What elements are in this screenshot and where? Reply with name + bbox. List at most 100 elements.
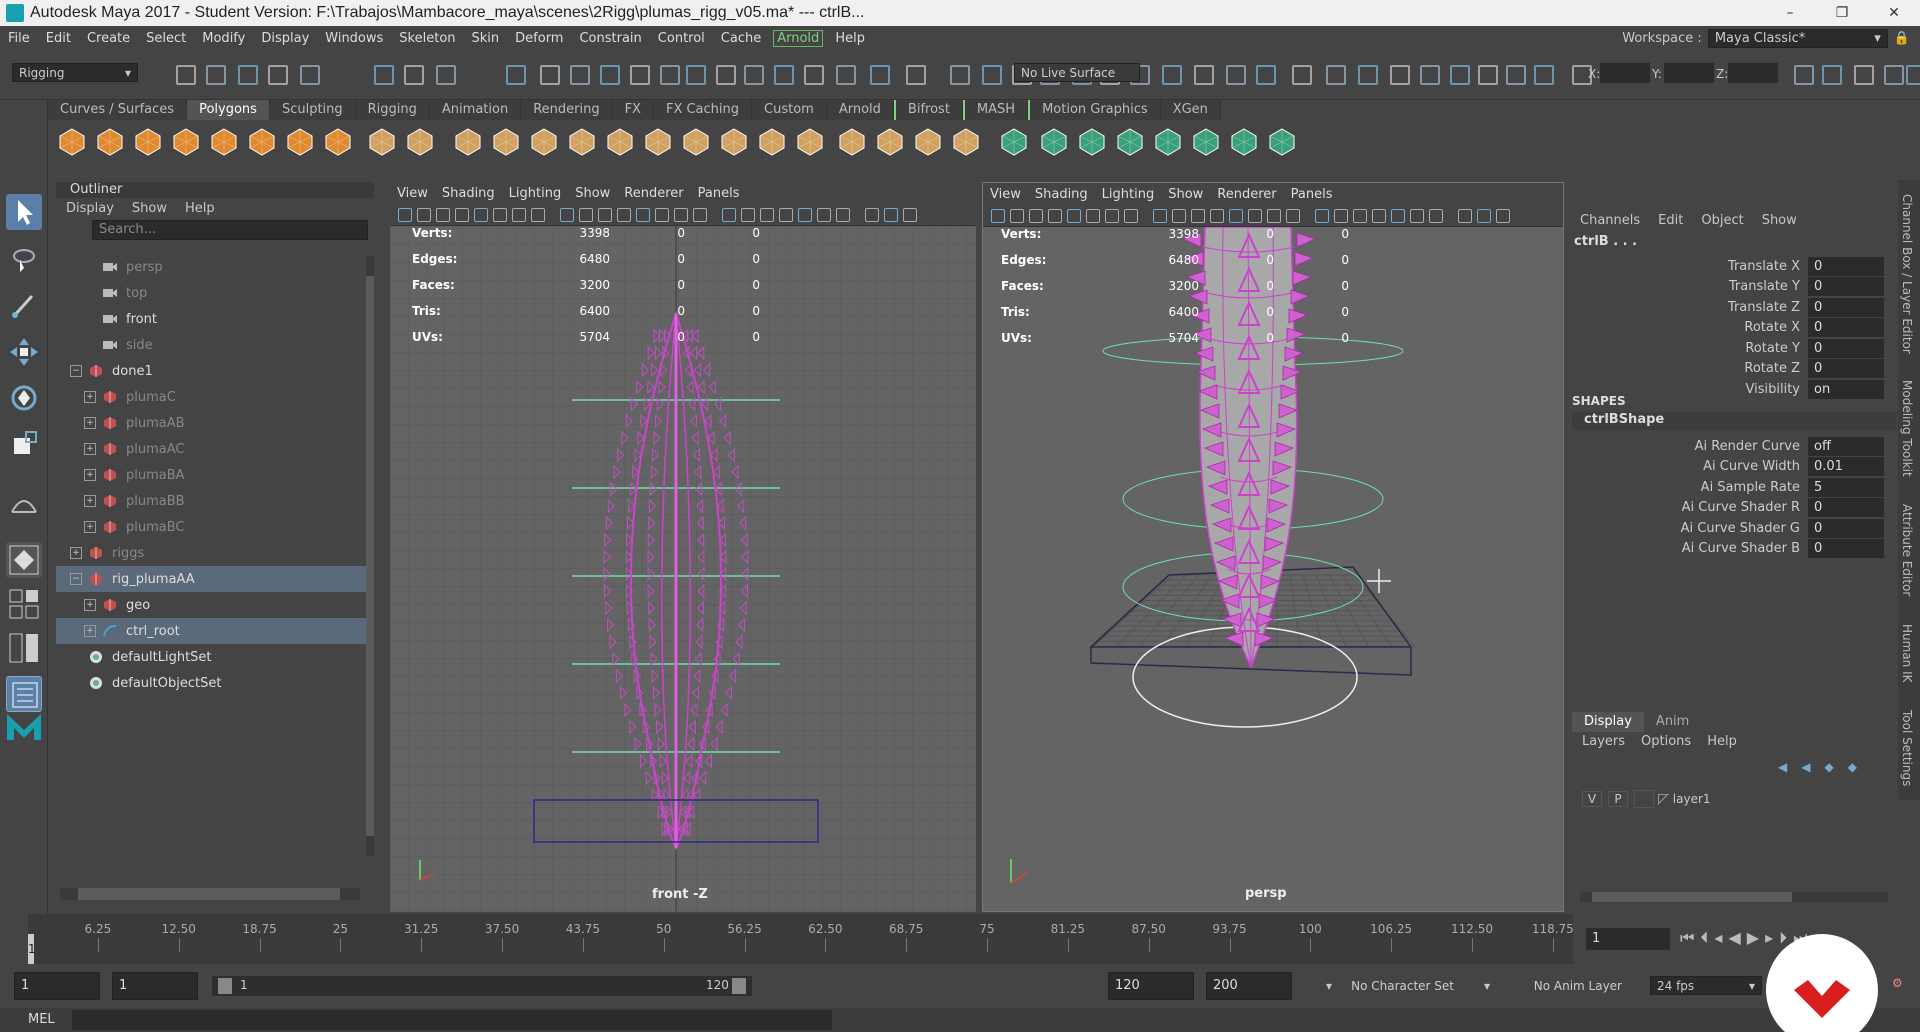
viewport-toolbar-icon[interactable] bbox=[1010, 209, 1024, 223]
outliner-horizontal-scrollbar[interactable] bbox=[60, 888, 360, 900]
outliner-item[interactable]: + riggs bbox=[56, 540, 366, 566]
poly-cone-icon[interactable] bbox=[170, 126, 202, 158]
viewport-toolbar-icon[interactable] bbox=[836, 208, 850, 222]
rotate-tool-icon[interactable] bbox=[6, 380, 42, 416]
y-coord-input[interactable] bbox=[1664, 63, 1714, 83]
expand-toggle-icon[interactable]: + bbox=[84, 521, 96, 533]
channel-row[interactable]: Translate X 0 bbox=[1572, 256, 1897, 276]
fps-dropdown[interactable]: 24 fps ▾ bbox=[1650, 976, 1762, 995]
shelf-tab-rigging[interactable]: Rigging bbox=[355, 100, 430, 120]
viewport-toolbar-icon[interactable] bbox=[1410, 209, 1424, 223]
menu-skin[interactable]: Skin bbox=[464, 31, 508, 46]
viewport-toolbar-icon[interactable] bbox=[1315, 209, 1329, 223]
poly-sphere-icon[interactable] bbox=[56, 126, 88, 158]
viewport-toolbar-icon[interactable] bbox=[722, 208, 736, 222]
menu-arnold[interactable]: Arnold bbox=[773, 29, 824, 47]
viewport-toolbar-icon[interactable] bbox=[674, 208, 688, 222]
status-tool-icon[interactable] bbox=[870, 65, 890, 85]
status-tool-icon[interactable] bbox=[1854, 65, 1874, 85]
shape-channel-row[interactable]: Ai Sample Rate 5 bbox=[1572, 477, 1897, 497]
side-tab-human-ik[interactable]: Human IK bbox=[1900, 624, 1914, 683]
channel-menu-channels[interactable]: Channels bbox=[1580, 213, 1640, 228]
expand-toggle-icon[interactable]: + bbox=[84, 495, 96, 507]
poly-torus-icon[interactable] bbox=[246, 126, 278, 158]
outliner-item[interactable]: + plumaAB bbox=[56, 410, 366, 436]
shape-channel-row[interactable]: Ai Curve Shader G 0 bbox=[1572, 518, 1897, 538]
status-tool-icon[interactable] bbox=[1390, 65, 1410, 85]
mel-label[interactable]: MEL bbox=[28, 1012, 55, 1027]
channel-value-field[interactable]: 0.01 bbox=[1808, 457, 1884, 476]
vp-menu-renderer[interactable]: Renderer bbox=[617, 186, 690, 201]
viewport-persp[interactable]: View Shading Lighting Show Renderer Pane… bbox=[982, 182, 1564, 912]
poly-plane-icon[interactable] bbox=[208, 126, 240, 158]
side-tab-modeling-toolkit[interactable]: Modeling Toolkit bbox=[1900, 380, 1914, 477]
viewport-toolbar-icon[interactable] bbox=[1458, 209, 1472, 223]
viewport-toolbar-icon[interactable] bbox=[1153, 209, 1167, 223]
shelf-tab-arnold[interactable]: Arnold bbox=[826, 100, 894, 120]
layer-visibility-toggle[interactable]: V bbox=[1582, 791, 1602, 807]
viewport-toolbar-icon[interactable] bbox=[1048, 209, 1062, 223]
outliner-item[interactable]: + ctrl_root bbox=[56, 618, 366, 644]
status-tool-icon[interactable] bbox=[1162, 65, 1182, 85]
expand-toggle-icon[interactable]: + bbox=[84, 625, 96, 637]
z-coord-input[interactable] bbox=[1728, 63, 1778, 83]
vp-menu-lighting[interactable]: Lighting bbox=[502, 186, 569, 201]
status-tool-icon[interactable] bbox=[1226, 65, 1246, 85]
side-tab-tool-settings[interactable]: Tool Settings bbox=[1900, 710, 1914, 786]
play-backward-icon[interactable]: ◀ bbox=[1728, 928, 1740, 948]
vp-menu-show[interactable]: Show bbox=[568, 186, 617, 201]
sew-uv-icon[interactable] bbox=[1266, 126, 1298, 158]
shape-channel-row[interactable]: Ai Curve Shader R 0 bbox=[1572, 498, 1897, 518]
menu-control[interactable]: Control bbox=[650, 31, 713, 46]
outliner-item[interactable]: side bbox=[56, 332, 366, 358]
viewport-toolbar-icon[interactable] bbox=[436, 208, 450, 222]
expand-toggle-icon[interactable]: + bbox=[84, 443, 96, 455]
status-tool-icon[interactable] bbox=[1822, 65, 1842, 85]
viewport-toolbar-icon[interactable] bbox=[991, 209, 1005, 223]
channel-value-field[interactable]: 0 bbox=[1808, 539, 1884, 558]
viewport-toolbar-icon[interactable] bbox=[903, 208, 917, 222]
viewport-toolbar-icon[interactable] bbox=[817, 208, 831, 222]
svg-icon[interactable] bbox=[404, 126, 436, 158]
status-tool-icon[interactable] bbox=[300, 65, 320, 85]
move-layer-down-icon[interactable]: ◀ bbox=[1801, 760, 1810, 774]
channel-menu-show[interactable]: Show bbox=[1762, 213, 1797, 228]
viewport-toolbar-icon[interactable] bbox=[417, 208, 431, 222]
workspace-dropdown[interactable]: Maya Classic* ▾ bbox=[1707, 29, 1888, 48]
poly-cylinder-icon[interactable] bbox=[132, 126, 164, 158]
shelf-tab-animation[interactable]: Animation bbox=[429, 100, 522, 120]
menu-display[interactable]: Display bbox=[253, 31, 317, 46]
viewport-toolbar-icon[interactable] bbox=[1391, 209, 1405, 223]
channel-value-field[interactable]: 0 bbox=[1808, 359, 1884, 378]
menu-cache[interactable]: Cache bbox=[713, 31, 769, 46]
vp-menu-view[interactable]: View bbox=[390, 186, 435, 201]
viewport-toolbar-icon[interactable] bbox=[1029, 209, 1043, 223]
viewport-toolbar-icon[interactable] bbox=[693, 208, 707, 222]
persp-outliner-layout-icon[interactable] bbox=[6, 630, 42, 666]
viewport-toolbar-icon[interactable] bbox=[1105, 209, 1119, 223]
shelf-tab-mash[interactable]: MASH bbox=[962, 100, 1029, 120]
close-button[interactable]: ✕ bbox=[1868, 0, 1920, 26]
status-tool-icon[interactable] bbox=[206, 65, 226, 85]
viewport-toolbar-icon[interactable] bbox=[512, 208, 526, 222]
status-tool-icon[interactable] bbox=[1292, 65, 1312, 85]
expand-toggle-icon[interactable]: − bbox=[70, 573, 82, 585]
shelf-tab-xgen[interactable]: XGen bbox=[1160, 100, 1221, 120]
quad-draw-icon[interactable] bbox=[950, 126, 982, 158]
anim-layer-dropdown[interactable]: ▾ No Anim Layer bbox=[1478, 976, 1628, 995]
new-layer-selected-icon[interactable]: ◆ bbox=[1848, 760, 1857, 774]
vp-menu-panels[interactable]: Panels bbox=[1284, 187, 1340, 202]
shelf-tab-curves-surfaces[interactable]: Curves / Surfaces bbox=[48, 100, 188, 120]
expand-toggle-icon[interactable]: + bbox=[84, 417, 96, 429]
vp-menu-view[interactable]: View bbox=[983, 187, 1028, 202]
poly-pipe-icon[interactable] bbox=[322, 126, 354, 158]
planar-map-icon[interactable] bbox=[1038, 126, 1070, 158]
layer-row[interactable]: V P ◸ layer1 bbox=[1572, 788, 1897, 810]
boolean-icon[interactable] bbox=[604, 126, 636, 158]
viewport-toolbar-icon[interactable] bbox=[455, 208, 469, 222]
smooth-icon[interactable] bbox=[566, 126, 598, 158]
outliner-item[interactable]: top bbox=[56, 280, 366, 306]
side-tab-channel-box[interactable]: Channel Box / Layer Editor bbox=[1900, 194, 1914, 354]
viewport-toolbar-icon[interactable] bbox=[560, 208, 574, 222]
uv-layout-icon[interactable] bbox=[1190, 126, 1222, 158]
